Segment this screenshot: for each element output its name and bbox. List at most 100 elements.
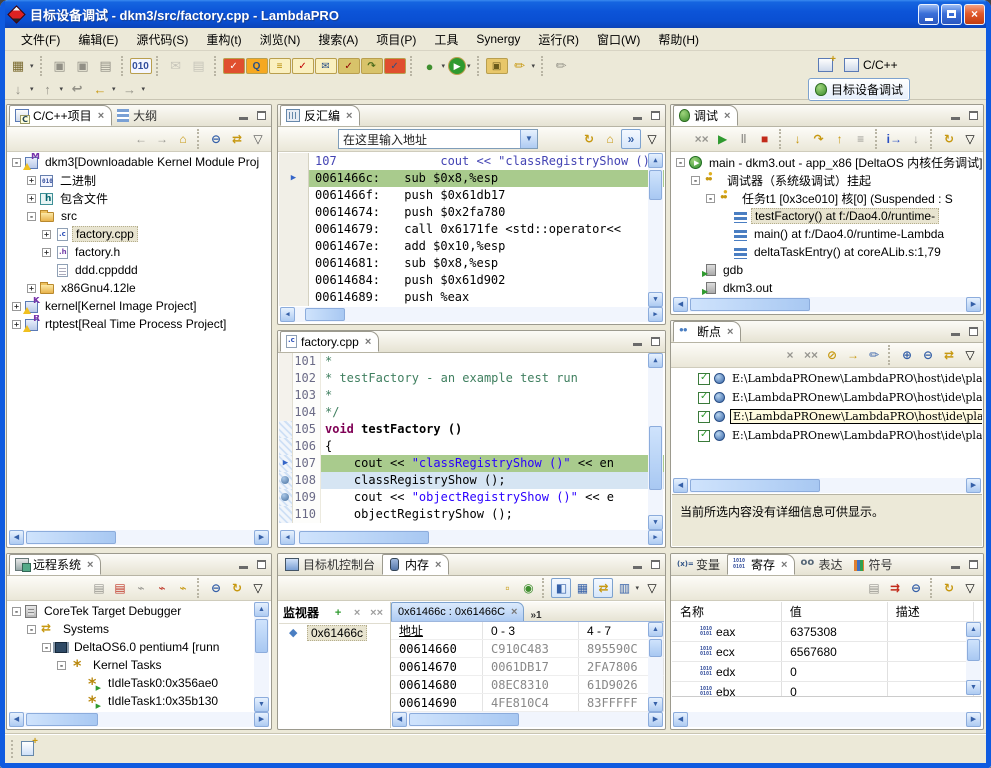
annotation-ruler[interactable] (279, 421, 293, 438)
tree-item[interactable]: +rtptest[Real Time Process Project] (8, 315, 270, 333)
scroll-left-icon[interactable]: ◀ (280, 530, 295, 545)
breakpoint-marker-icon[interactable] (281, 476, 289, 484)
view-maximize-icon[interactable] (648, 334, 662, 348)
vertical-scrollbar[interactable]: ▲ ▼ (966, 622, 981, 695)
back-dropdown-icon[interactable]: ▾ (112, 85, 116, 93)
breakpoint-item[interactable]: E:\LambdaPROnew\LambdaPRO\host\ide\platf… (672, 426, 982, 445)
collapse-expander-icon[interactable]: - (27, 625, 36, 634)
scroll-right-icon[interactable]: ▶ (966, 712, 981, 727)
tree-item[interactable]: +包含文件 (8, 189, 270, 207)
tree-item[interactable]: +x86Gnu4.12le (8, 279, 270, 297)
code-line[interactable]: 108 classRegistryShow (); (279, 472, 664, 489)
debug-icon[interactable]: ● (419, 55, 441, 77)
tree-item[interactable]: -DeltaOS6.0 pentium4 [runn (8, 638, 270, 656)
refresh-icon[interactable]: ↻ (939, 129, 959, 149)
collapse-expander-icon[interactable]: - (12, 158, 21, 167)
scroll-right-icon[interactable]: ▶ (648, 307, 663, 322)
tree-item[interactable]: deltaTaskEntry() at coreALib.s:1,79 (672, 243, 982, 261)
view-minimize-icon[interactable] (236, 557, 250, 571)
refresh-icon[interactable]: ↻ (579, 129, 599, 149)
code-line[interactable]: 103* (279, 387, 664, 404)
scroll-up-icon[interactable]: ▲ (254, 602, 269, 617)
tab-disassembly[interactable]: 反汇编 × (280, 105, 360, 126)
breakpoint-item[interactable]: E:\LambdaPROnew\LambdaPRO\host\ide\platf… (672, 388, 982, 407)
collapse-expander-icon[interactable]: - (57, 661, 66, 670)
check-list-icon[interactable]: ✓ (292, 58, 314, 74)
format-brush-icon[interactable]: ✏ (509, 55, 531, 77)
tree-item[interactable]: -CoreTek Target Debugger (8, 602, 270, 620)
menu-item-1[interactable]: 编辑(E) (70, 29, 126, 50)
binary-file-icon[interactable]: 010 (130, 58, 152, 74)
forward-dropdown-icon[interactable]: ▾ (142, 85, 146, 93)
annotation-ruler[interactable]: ▶ (279, 455, 293, 472)
horizontal-scrollbar[interactable]: ◀ ▶ (673, 478, 981, 493)
register-column-header[interactable]: 值 (782, 602, 888, 621)
horizontal-scrollbar[interactable]: ◀ ▶ (9, 712, 269, 727)
view-menu-icon[interactable]: ▽ (960, 129, 980, 149)
scroll-left-icon[interactable]: ◀ (673, 712, 688, 727)
link-with-editor-icon[interactable]: ⇄ (227, 129, 247, 149)
tab-overflow-indicator[interactable]: »1 (530, 610, 541, 621)
memory-row[interactable]: 006146700061DB172FA7806 (391, 658, 664, 676)
close-icon[interactable]: × (781, 559, 787, 571)
fast-view-icon[interactable] (21, 741, 34, 756)
scroll-down-icon[interactable]: ▼ (254, 697, 269, 712)
focus-selected-icon[interactable]: ⇉ (885, 578, 905, 598)
close-icon[interactable]: × (724, 110, 730, 122)
tab-cpp-projects[interactable]: C/C++项目 × (9, 105, 112, 126)
breakpoint-checkbox-icon[interactable] (698, 373, 710, 385)
close-icon[interactable]: × (435, 559, 441, 571)
open-element-icon[interactable]: ▣ (486, 58, 508, 74)
run-icon[interactable]: ▶ (448, 57, 466, 75)
breakpoint-item[interactable]: E:\LambdaPROnew\LambdaPRO\host\ide\platf… (672, 407, 982, 426)
tree-item[interactable]: -Kernel Tasks (8, 656, 270, 674)
memory-row[interactable]: 00614660C910C483895590C (391, 640, 664, 658)
view-menu-icon[interactable]: ▽ (642, 578, 662, 598)
title-bar[interactable]: 目标设备调试 - dkm3/src/factory.cpp - LambdaPR… (0, 0, 991, 28)
tree-item[interactable]: tIdleTask0:0x356ae0 (8, 674, 270, 692)
code-line[interactable]: 105void testFactory () (279, 421, 664, 438)
tab-symbols[interactable]: 符号 (849, 554, 899, 575)
register-column-header[interactable]: 名称 (672, 602, 782, 621)
breakpoint-marker-icon[interactable] (281, 493, 289, 501)
tree-item[interactable]: -main - dkm3.out - app_x86 [DeltaOS 内核任务… (672, 153, 982, 171)
tab-registers[interactable]: 寄存 × (727, 554, 795, 575)
scroll-right-icon[interactable]: ▶ (648, 712, 663, 727)
format-brush-dropdown-icon[interactable]: ▾ (532, 62, 536, 70)
horizontal-scrollbar[interactable]: ◀ ▶ (280, 530, 663, 545)
scroll-up-icon[interactable]: ▲ (648, 353, 663, 368)
new-connection-icon[interactable]: ⌁ (173, 578, 193, 598)
run-dropdown-icon[interactable]: ▾ (467, 62, 471, 70)
tree-item[interactable]: +kernel[Kernel Image Project] (8, 297, 270, 315)
view-menu-icon[interactable]: ▽ (642, 129, 662, 149)
view-maximize-icon[interactable] (254, 557, 268, 571)
next-annotation-dropdown-icon[interactable]: ▾ (30, 85, 34, 93)
combo-dropdown-icon[interactable]: ▼ (520, 130, 537, 148)
tree-item[interactable]: main() at f:/Dao4.0/runtime-Lambda (672, 225, 982, 243)
scroll-left-icon[interactable]: ◀ (392, 712, 407, 727)
view-minimize-icon[interactable] (630, 108, 644, 122)
maximize-button[interactable] (941, 4, 962, 25)
view-minimize-icon[interactable] (630, 334, 644, 348)
pin-memory-icon[interactable]: ◉ (518, 578, 538, 598)
view-menu-icon[interactable]: ▽ (960, 345, 980, 365)
memory-monitor-item[interactable]: 0x61466c (279, 624, 390, 642)
instruction-stepping-icon[interactable]: i→ (884, 129, 905, 149)
tree-item[interactable]: testFactory() at f:/Dao4.0/runtime- (672, 207, 982, 225)
view-maximize-icon[interactable] (966, 557, 980, 571)
close-button[interactable]: × (964, 4, 985, 25)
collapse-all-icon[interactable]: ⊖ (918, 345, 938, 365)
view-minimize-icon[interactable] (630, 557, 644, 571)
prev-annotation-dropdown-icon[interactable]: ▾ (60, 85, 64, 93)
close-icon[interactable]: × (511, 606, 517, 618)
tree-item[interactable]: -Systems (8, 620, 270, 638)
breakpoint-item[interactable]: E:\LambdaPROnew\LambdaPRO\host\ide\platf… (672, 369, 982, 388)
menu-item-11[interactable]: 帮助(H) (650, 29, 707, 50)
memory-column-header[interactable]: 地址 (391, 622, 483, 639)
folder-check-icon[interactable]: ✓ (338, 58, 360, 74)
menu-item-8[interactable]: Synergy (468, 30, 528, 48)
horizontal-scrollbar[interactable]: ◀ ▶ (392, 712, 663, 727)
annotation-ruler[interactable] (279, 506, 293, 523)
scroll-down-icon[interactable]: ▼ (966, 680, 981, 695)
tab-expressions[interactable]: 表达 (795, 554, 849, 575)
